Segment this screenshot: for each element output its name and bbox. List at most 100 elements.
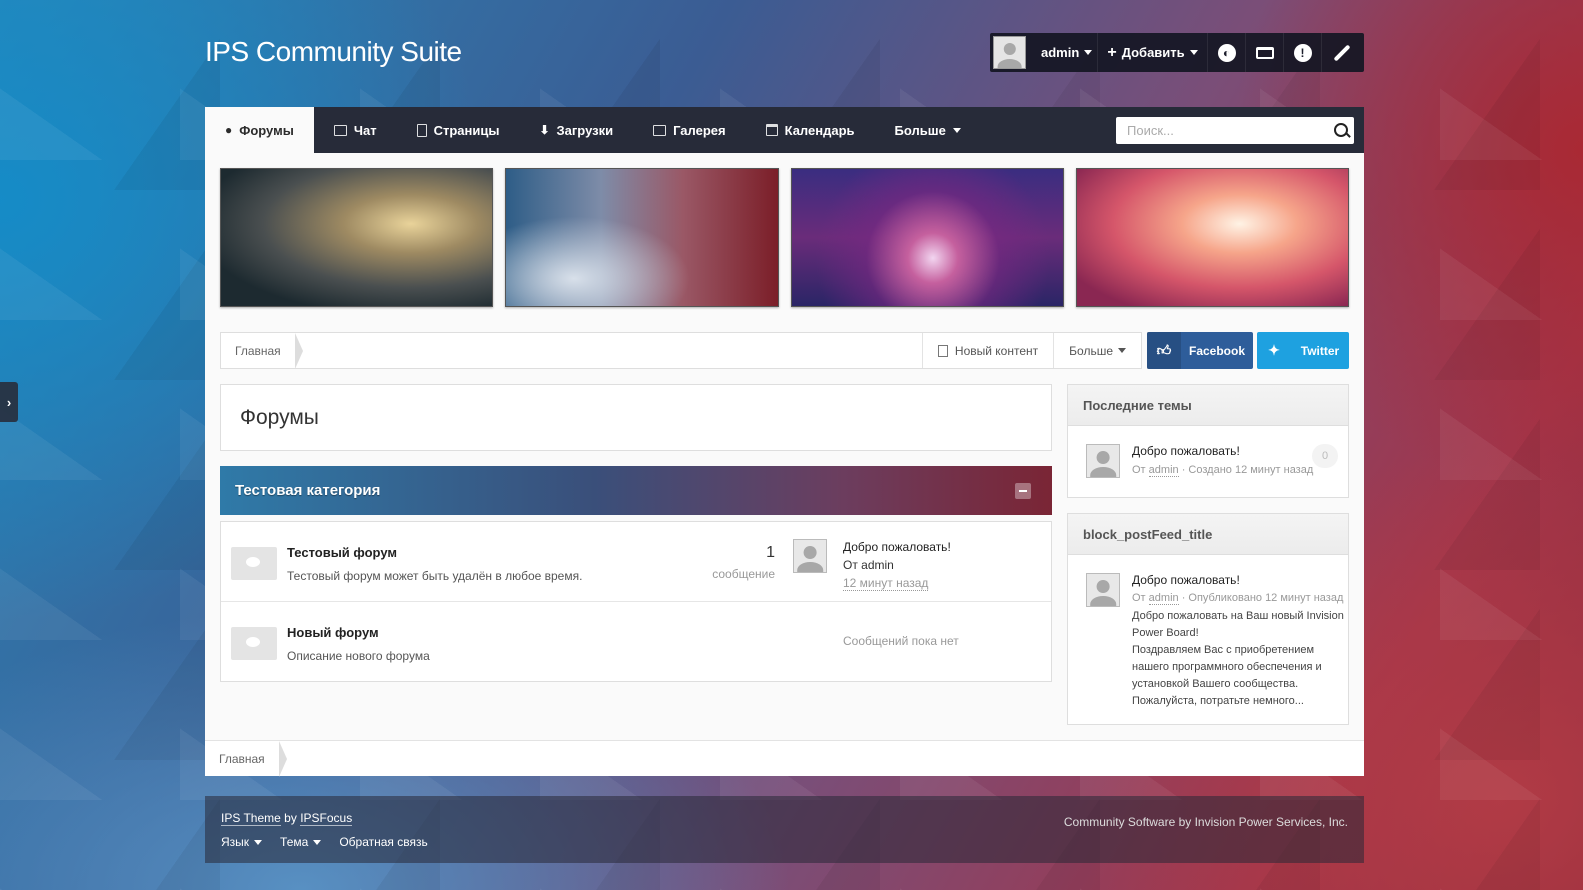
tab-label: Загрузки — [556, 122, 614, 138]
tab-label: Форумы — [239, 122, 294, 138]
bottom-breadcrumb: Главная — [205, 740, 1364, 777]
alert-icon-glyph: ! — [1293, 43, 1312, 62]
theme-credit-link[interactable]: IPS Theme — [221, 811, 281, 826]
caret-down-icon — [313, 840, 322, 846]
banner-image[interactable] — [220, 168, 494, 307]
site-title[interactable]: IPS Community Suite — [205, 36, 462, 68]
search-input[interactable] — [1116, 117, 1328, 144]
last-poster-avatar[interactable] — [793, 539, 827, 573]
last-post-author[interactable]: От admin — [843, 558, 894, 572]
meta-prefix: От — [1132, 464, 1146, 476]
forum-chat-icon — [231, 627, 277, 660]
banner-strip — [220, 168, 1349, 307]
category-header: Тестовая категория — [220, 466, 1052, 515]
sidebar-toggle-chevron-right-icon[interactable]: › — [0, 382, 18, 422]
theme-brush-icon[interactable] — [1322, 33, 1362, 72]
tab-calendar[interactable]: Календарь — [746, 107, 875, 153]
topic-author-link[interactable]: admin — [1148, 464, 1179, 477]
forum-description: Описание нового форума — [287, 649, 430, 663]
new-content-label: Новый контент — [954, 343, 1039, 358]
twitter-bird-icon: ✦ — [1268, 342, 1280, 358]
page-title: Форумы — [240, 406, 319, 429]
forum-chat-icon — [231, 547, 277, 580]
notifications-icon[interactable]: ! — [1284, 33, 1322, 72]
breadcrumb-spacer — [295, 333, 922, 368]
new-content-button[interactable]: Новый контент — [921, 333, 1053, 368]
brush-icon-glyph — [1333, 44, 1351, 61]
theme-menu[interactable]: Тема — [280, 835, 322, 849]
tab-label: Галерея — [673, 122, 726, 138]
reply-count-badge: 0 — [1312, 444, 1338, 468]
gallery-icon — [653, 124, 667, 136]
meta-suffix: · Создано 12 минут назад — [1181, 464, 1314, 476]
create-button[interactable]: + Добавить — [1098, 33, 1208, 72]
post-excerpt-line: Поздравляем Вас с приобретением нашего п… — [1132, 644, 1322, 707]
page-header: Форумы — [220, 384, 1052, 451]
banner-image[interactable] — [1075, 168, 1349, 307]
globe-icon-glyph: ◐ — [1217, 43, 1236, 62]
forum-title[interactable]: Новый форум — [287, 625, 379, 640]
tab-chat[interactable]: Чат — [314, 107, 397, 153]
user-menu[interactable]: admin — [990, 33, 1098, 72]
tab-downloads[interactable]: ⬇ Загрузки — [519, 107, 633, 153]
breadcrumb-home[interactable]: Главная — [221, 333, 303, 369]
tab-forums[interactable]: ● Форумы — [205, 107, 314, 153]
banner-image[interactable] — [505, 168, 779, 307]
last-post-time[interactable]: 12 минут назад — [843, 576, 929, 591]
post-author-avatar[interactable] — [1086, 573, 1120, 607]
tab-label: Чат — [353, 122, 377, 138]
last-post-title[interactable]: Добро пожаловать! — [843, 540, 951, 554]
language-menu[interactable]: Язык — [221, 835, 263, 849]
post-author-link[interactable]: admin — [1148, 592, 1179, 605]
category-title[interactable]: Тестовая категория — [235, 482, 380, 499]
post-excerpt-line: Добро пожаловать на Ваш новый Invision P… — [1132, 610, 1344, 639]
plus-icon: + — [1107, 43, 1117, 61]
widget-title: Последние темы — [1068, 385, 1348, 426]
main-wrapper: ● Форумы Чат Страницы ⬇ Загрузки Галерея… — [205, 107, 1364, 777]
theme-credit: IPS Theme by IPSFocus — [221, 811, 353, 826]
user-avatar — [993, 36, 1026, 69]
post-title[interactable]: Добро пожаловать! — [1132, 573, 1240, 587]
caret-down-icon — [952, 127, 961, 133]
tab-label: Больше — [894, 122, 946, 138]
inbox-icon-glyph — [1255, 46, 1274, 59]
collapse-minus-icon[interactable] — [1015, 483, 1031, 499]
footer: IPS Theme by IPSFocus Язык Тема Обратная… — [205, 796, 1364, 863]
post-excerpt: Добро пожаловать на Ваш новый Invision P… — [1132, 608, 1346, 710]
topic-title[interactable]: Добро пожаловать! — [1132, 444, 1240, 458]
tab-label: Страницы — [433, 122, 500, 138]
create-label: Добавить — [1121, 45, 1185, 60]
search-icon[interactable] — [1328, 118, 1354, 144]
forum-post-count-label: сообщение — [712, 567, 775, 581]
caret-down-icon — [1084, 50, 1093, 55]
post-feed-widget: block_postFeed_title Добро пожаловать! О… — [1067, 513, 1349, 725]
theme-credit-by: by — [284, 811, 297, 825]
widget-title: block_postFeed_title — [1068, 514, 1348, 555]
facebook-share-button[interactable]: 👍︎ Facebook — [1147, 332, 1253, 369]
feedback-link[interactable]: Обратная связь — [339, 835, 427, 849]
forum-list: Тестовый форум Тестовый форум может быть… — [220, 521, 1052, 682]
more-label: Больше — [1069, 343, 1113, 358]
forum-row: Тестовый форум Тестовый форум может быть… — [221, 522, 1051, 602]
tab-gallery[interactable]: Галерея — [633, 107, 746, 153]
more-menu-button[interactable]: Больше — [1053, 333, 1141, 368]
theme-author-link[interactable]: IPSFocus — [300, 811, 353, 826]
main-nav: ● Форумы Чат Страницы ⬇ Загрузки Галерея… — [205, 107, 1364, 153]
breadcrumb-home[interactable]: Главная — [205, 741, 287, 777]
tab-pages[interactable]: Страницы — [397, 107, 520, 153]
latest-topics-widget: Последние темы Добро пожаловать! От admi… — [1067, 384, 1349, 498]
forum-title[interactable]: Тестовый форум — [287, 545, 397, 560]
banner-image[interactable] — [790, 168, 1064, 307]
breadcrumb: Главная Новый контент Больше — [220, 332, 1142, 369]
forum-row: Новый форум Описание нового форума Сообщ… — [221, 602, 1051, 682]
caret-down-icon — [1189, 50, 1198, 55]
meta-suffix: · Опубликовано 12 минут назад — [1181, 592, 1344, 604]
copyright-link[interactable]: Community Software by Invision Power Ser… — [1064, 815, 1348, 829]
topic-author-avatar[interactable] — [1086, 444, 1120, 478]
twitter-share-button[interactable]: ✦ Twitter — [1257, 332, 1349, 369]
globe-icon[interactable]: ◐ — [1208, 33, 1246, 72]
tab-more[interactable]: Больше — [875, 107, 981, 153]
inbox-icon[interactable] — [1246, 33, 1284, 72]
chat-icon — [333, 124, 347, 136]
username: admin — [1041, 45, 1080, 60]
